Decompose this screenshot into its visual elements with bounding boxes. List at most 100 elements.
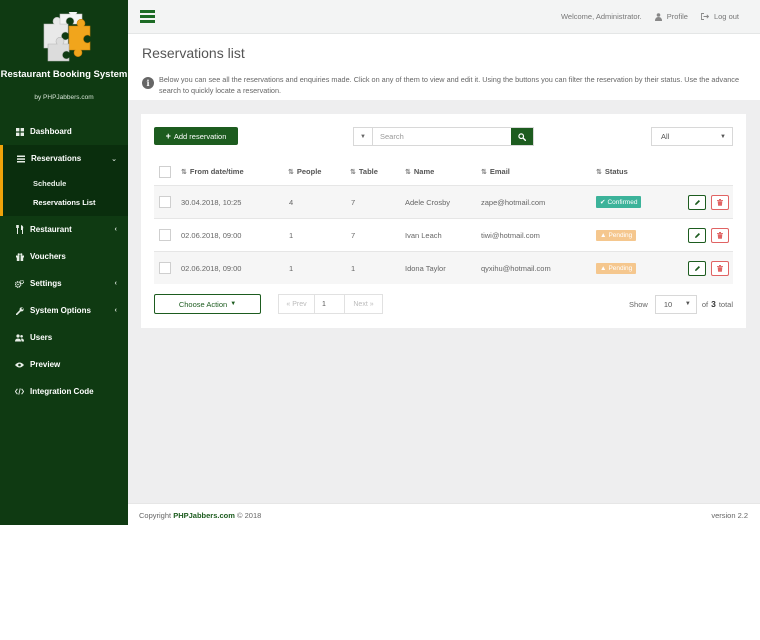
caret-down-icon: ▼ [720, 133, 726, 140]
status-filter-value: All [661, 132, 670, 141]
table-row[interactable]: 30.04.2018, 10:25 4 7 Adele Crosby zape@… [154, 185, 733, 218]
row-date: 02.06.2018, 09:00 [181, 230, 242, 240]
caret-down-icon: ▼ [684, 301, 691, 307]
sidebar-item-integration-code[interactable]: Integration Code [0, 378, 128, 405]
header-date-label: From date/time [189, 167, 244, 176]
sidebar-subitem-schedule[interactable]: Schedule [3, 174, 128, 193]
edit-button[interactable] [688, 260, 706, 276]
row-name: Adele Crosby [405, 197, 451, 207]
delete-button[interactable] [711, 194, 729, 210]
topbar: Welcome, Administrator. Profile Log out [128, 0, 760, 34]
sort-icon: ⇅ [481, 168, 487, 176]
header-table-label: Table [358, 167, 378, 176]
header-email[interactable]: ⇅ Email [481, 167, 510, 176]
of-label: of [701, 299, 709, 309]
sidebar-item-vouchers[interactable]: Vouchers [0, 243, 128, 270]
prev-page-button[interactable]: « Prev [278, 294, 315, 314]
chevron-left-icon: ‹ [114, 280, 117, 287]
choose-action-button[interactable]: Choose Action ▼ [154, 294, 261, 314]
row-table: 7 [351, 197, 356, 207]
edit-button[interactable] [688, 194, 706, 210]
header-email-label: Email [489, 167, 510, 176]
info-icon: i [142, 77, 154, 89]
table-row[interactable]: 02.06.2018, 09:00 1 7 Ivan Leach tiwi@ho… [154, 218, 733, 251]
sidebar: Restaurant Booking System by PHPJabbers.… [0, 0, 128, 525]
page-description: Below you can see all the reservations a… [159, 75, 740, 95]
row-email: zape@hotmail.com [481, 197, 546, 207]
sidebar-item-reservations[interactable]: Reservations ⌄ [0, 145, 128, 172]
row-people: 1 [289, 230, 294, 240]
brand-subtitle: by PHPJabbers.com [34, 94, 94, 101]
sidebar-subitem-reservations-list[interactable]: Reservations List [3, 193, 128, 212]
sidebar-item-label: Users [30, 333, 53, 342]
brand-link[interactable]: PHPJabbers.com [173, 511, 235, 520]
sidebar-item-restaurant[interactable]: Restaurant ‹ [0, 216, 128, 243]
caret-down-icon: ▼ [230, 301, 237, 307]
chevron-left-icon: ‹ [114, 307, 117, 314]
sidebar-item-label: Dashboard [30, 127, 72, 136]
search-button[interactable] [511, 128, 533, 145]
copyright-prefix: Copyright [139, 511, 172, 520]
total-label: total [718, 299, 733, 309]
code-icon [15, 387, 24, 396]
status-filter-select[interactable]: All ▼ [651, 127, 733, 146]
sidebar-item-preview[interactable]: Preview [0, 351, 128, 378]
header-date[interactable]: ⇅ From date/time [181, 167, 244, 176]
wrench-icon [15, 306, 24, 315]
row-actions [688, 260, 729, 276]
advanced-search-toggle[interactable]: ▼ [354, 128, 373, 145]
sidebar-item-label: System Options [30, 306, 91, 315]
row-table: 7 [351, 230, 356, 240]
copyright: Copyright PHPJabbers.com © 2018 [139, 511, 261, 520]
next-page-button[interactable]: Next » [344, 294, 383, 314]
main-content: Reservations list i Below you can see al… [128, 34, 760, 503]
brand-title: Restaurant Booking System [0, 69, 128, 80]
sort-icon: ⇅ [350, 168, 356, 176]
trash-icon [717, 198, 723, 206]
profile-link[interactable]: Profile [654, 12, 688, 21]
header-people-label: People [296, 167, 322, 176]
delete-button[interactable] [711, 260, 729, 276]
per-page-select[interactable]: 10 ▼ [654, 294, 697, 314]
status-badge: ✔ Confirmed [596, 196, 642, 208]
sidebar-item-dashboard[interactable]: Dashboard [0, 118, 128, 145]
add-reservation-label: Add reservation [173, 131, 227, 141]
row-name: Idona Taylor [405, 263, 446, 273]
edit-button[interactable] [688, 227, 706, 243]
search-input[interactable] [373, 128, 511, 145]
show-label: Show [629, 299, 648, 309]
table-row[interactable]: 02.06.2018, 09:00 1 1 Idona Taylor qyxih… [154, 251, 733, 284]
table-header-row: ⇅ From date/time ⇅ People ⇅ Table ⇅ Name… [154, 158, 733, 185]
row-checkbox[interactable] [159, 196, 171, 208]
row-checkbox[interactable] [159, 262, 171, 274]
header-people[interactable]: ⇅ People [288, 167, 321, 176]
row-table: 1 [351, 263, 356, 273]
row-people: 1 [289, 263, 294, 273]
sidebar-item-settings[interactable]: Settings ‹ [0, 270, 128, 297]
logout-icon [701, 13, 709, 20]
status-badge: ▲ Pending [596, 262, 637, 274]
row-email: tiwi@hotmail.com [481, 230, 540, 240]
sidebar-item-system-options[interactable]: System Options ‹ [0, 297, 128, 324]
header-name[interactable]: ⇅ Name [405, 167, 434, 176]
add-reservation-button[interactable]: + Add reservation [154, 127, 238, 145]
select-all-checkbox[interactable] [159, 165, 171, 178]
row-actions [688, 194, 729, 210]
header-status-label: Status [604, 167, 628, 176]
sidebar-item-users[interactable]: Users [0, 324, 128, 351]
caret-down-icon: ▼ [360, 133, 366, 140]
header-table[interactable]: ⇅ Table [350, 167, 378, 176]
row-checkbox[interactable] [159, 229, 171, 241]
sidebar-item-label: Restaurant [30, 225, 72, 234]
sidebar-item-label: Integration Code [30, 387, 94, 396]
logout-link[interactable]: Log out [701, 12, 739, 21]
page-number-input[interactable]: 1 [314, 294, 345, 314]
menu-toggle-icon[interactable] [140, 10, 155, 23]
pencil-icon [694, 232, 700, 238]
header-status[interactable]: ⇅ Status [596, 167, 628, 176]
pagination: « Prev 1 Next » [278, 294, 383, 314]
delete-button[interactable] [711, 227, 729, 243]
user-icon [654, 12, 662, 21]
logout-label: Log out [713, 12, 739, 21]
pencil-icon [694, 199, 700, 205]
